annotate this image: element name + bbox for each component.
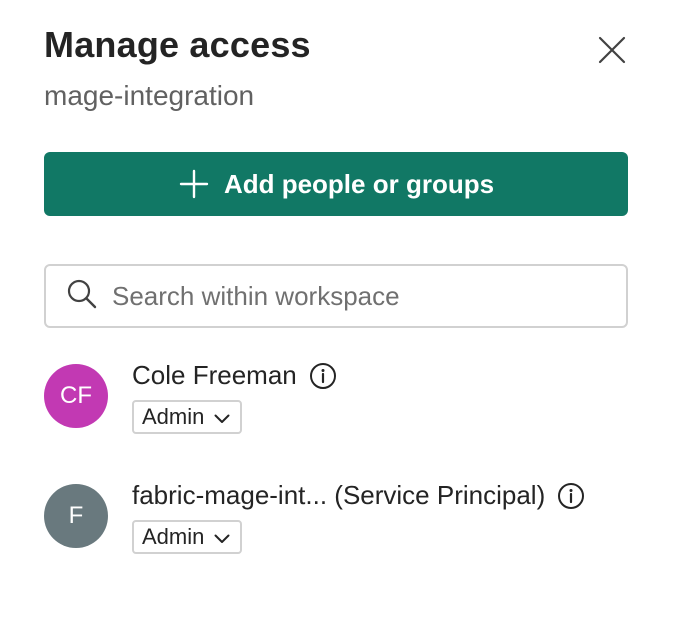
- role-dropdown[interactable]: Admin: [132, 520, 243, 554]
- member-row: CF Cole Freeman Admin: [44, 360, 644, 454]
- member-name-row: Cole Freeman: [132, 360, 337, 391]
- search-input[interactable]: [112, 280, 626, 312]
- member-name: Cole Freeman: [132, 360, 297, 390]
- info-icon[interactable]: [309, 362, 337, 390]
- panel-title: Manage access: [44, 24, 311, 65]
- close-button[interactable]: [592, 30, 632, 70]
- role-dropdown[interactable]: Admin: [132, 400, 243, 434]
- search-icon: [66, 278, 98, 315]
- workspace-name: mage-integration: [44, 80, 255, 111]
- add-people-label: Add people or groups: [223, 168, 495, 199]
- member-row: F fabric-mage-int... (Service Principal)…: [44, 480, 644, 574]
- chevron-down-icon: [214, 404, 230, 430]
- close-icon: [598, 36, 626, 64]
- info-icon[interactable]: [557, 482, 585, 510]
- manage-access-panel: Manage access mage-integration Add peopl…: [0, 0, 676, 622]
- search-box: [44, 264, 628, 328]
- role-label: Admin: [142, 524, 205, 549]
- chevron-down-icon: [214, 524, 230, 550]
- avatar: CF: [44, 364, 108, 428]
- plus-icon: [178, 168, 210, 200]
- member-name: fabric-mage-int... (Service Principal): [132, 480, 546, 510]
- add-people-button[interactable]: Add people or groups: [44, 152, 628, 216]
- avatar: F: [44, 484, 108, 548]
- member-name-row: fabric-mage-int... (Service Principal): [132, 480, 585, 511]
- role-label: Admin: [142, 404, 205, 429]
